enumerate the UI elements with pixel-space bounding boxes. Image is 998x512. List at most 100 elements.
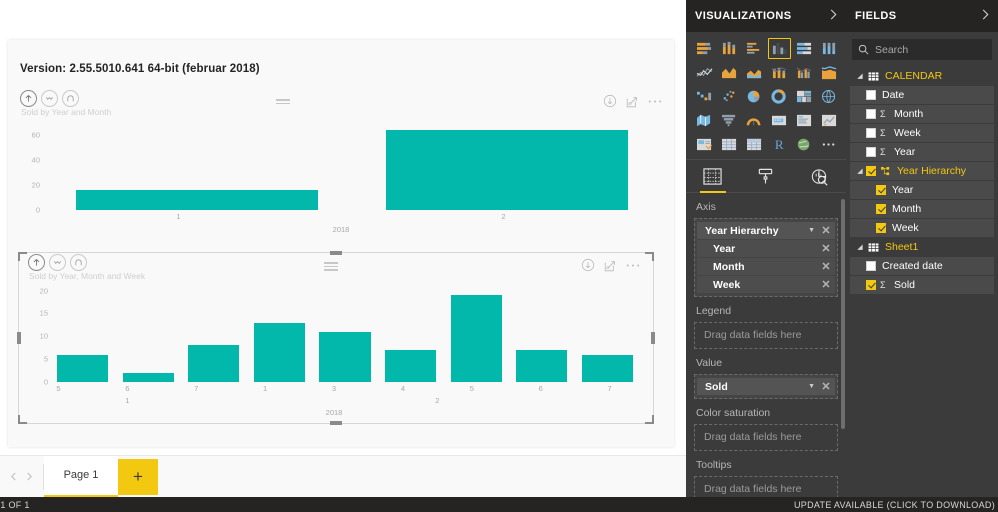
visual-1-bars[interactable] — [42, 122, 662, 210]
field-tree-field-year[interactable]: Σ Year — [850, 143, 994, 161]
line-stacked-column-chart[interactable] — [768, 62, 791, 83]
chart-bar[interactable] — [516, 350, 568, 382]
scatter-chart[interactable] — [718, 86, 741, 107]
expand-hierarchy-icon[interactable] — [62, 90, 79, 107]
chevron-right-icon[interactable] — [26, 468, 33, 486]
field-checkbox[interactable] — [866, 166, 876, 176]
visual-clustered-column-chart-1[interactable]: Sold by Year and Month 0 20 40 60 1 2 20… — [10, 88, 674, 248]
field-checkbox[interactable] — [866, 109, 876, 119]
field-tree-hierarchy-year-hierarchy[interactable]: ◢ Year Hierarchy — [850, 162, 994, 180]
card-visual[interactable] — [768, 110, 791, 131]
field-checkbox[interactable] — [876, 185, 886, 195]
add-page-button[interactable]: + — [118, 458, 158, 495]
field-tree-table-calendar[interactable]: ◢ CALENDAR — [850, 67, 994, 85]
more-options-icon[interactable] — [648, 99, 662, 104]
drill-up-icon[interactable] — [28, 254, 45, 271]
bar-slot[interactable] — [352, 122, 662, 210]
stacked-column-chart[interactable] — [718, 38, 741, 59]
resize-handle-left[interactable] — [17, 332, 21, 344]
visual-2-bars[interactable] — [50, 286, 640, 382]
field-tree-field-year[interactable]: Year — [850, 181, 994, 199]
chart-bar[interactable] — [188, 345, 240, 382]
fields-search-box[interactable]: Search — [852, 39, 992, 60]
bar-slot[interactable] — [116, 286, 182, 382]
remove-field-icon[interactable]: ✕ — [821, 380, 831, 393]
resize-handle-bottom[interactable] — [330, 421, 342, 425]
visualizations-pane-tabs[interactable] — [686, 159, 846, 193]
bar-slot[interactable] — [378, 286, 444, 382]
chart-bar[interactable] — [76, 189, 318, 210]
remove-field-icon[interactable]: ✕ — [821, 278, 831, 291]
chevron-down-icon[interactable]: ▼ — [808, 227, 815, 234]
chevron-left-icon[interactable] — [10, 468, 17, 486]
clustered-column-chart[interactable] — [768, 38, 791, 59]
well-drop-zone-legend[interactable]: Drag data fields here — [694, 322, 838, 349]
clustered-bar-chart[interactable] — [743, 38, 766, 59]
pie-chart[interactable] — [743, 86, 766, 107]
chart-bar[interactable] — [581, 354, 633, 382]
well-field-week[interactable]: Week ✕ — [697, 276, 835, 293]
visual-1-toolbar[interactable] — [603, 94, 662, 108]
expand-hierarchy-icon[interactable] — [70, 254, 87, 271]
field-checkbox[interactable] — [866, 128, 876, 138]
donut-chart[interactable] — [768, 86, 791, 107]
focus-mode-icon[interactable] — [626, 95, 639, 108]
drill-mode-icon[interactable] — [581, 258, 595, 272]
field-checkbox[interactable] — [876, 223, 886, 233]
slicer-visual[interactable] — [693, 134, 716, 155]
visual-type-gallery[interactable]: R — [686, 32, 846, 159]
chart-bar[interactable] — [122, 372, 174, 382]
line-chart[interactable] — [693, 62, 716, 83]
more-visuals[interactable] — [818, 134, 841, 155]
waterfall-chart[interactable] — [693, 86, 716, 107]
format-tab[interactable] — [744, 159, 788, 193]
well-drop-zone-value[interactable]: Sold ▼ ✕ — [694, 374, 838, 399]
drill-down-icon[interactable] — [49, 254, 66, 271]
field-wells-container[interactable]: Axis Year Hierarchy ▼ ✕ Year ✕ Month ✕ Week ✕ Lege… — [686, 193, 846, 506]
visual-clustered-column-chart-2[interactable]: Sold by Year, Month and Week 0 5 10 15 2… — [17, 251, 655, 425]
chevron-right-icon[interactable] — [829, 9, 837, 23]
ribbon-chart[interactable] — [818, 62, 841, 83]
drill-mode-icon[interactable] — [603, 94, 617, 108]
bar-slot[interactable] — [575, 286, 641, 382]
field-checkbox[interactable] — [866, 261, 876, 271]
bar-slot[interactable] — [443, 286, 509, 382]
well-field-sold[interactable]: Sold ▼ ✕ — [697, 378, 835, 395]
field-tree-field-created-date[interactable]: Created date — [850, 257, 994, 275]
chart-bar[interactable] — [253, 322, 306, 382]
chevron-down-icon[interactable]: ▼ — [808, 383, 815, 390]
field-tree-field-month[interactable]: Σ Month — [850, 105, 994, 123]
visual-1-drill-controls[interactable] — [20, 90, 79, 107]
stacked-bar-chart[interactable] — [693, 38, 716, 59]
field-tree-table-sheet1[interactable]: ◢ Sheet1 — [850, 238, 994, 256]
arcgis-map-visual[interactable] — [793, 134, 816, 155]
focus-mode-icon[interactable] — [604, 259, 617, 272]
well-field-month[interactable]: Month ✕ — [697, 258, 835, 275]
page-tab-page-1[interactable]: Page 1 — [44, 455, 118, 498]
bar-slot[interactable] — [509, 286, 575, 382]
well-drop-zone-color-saturation[interactable]: Drag data fields here — [694, 424, 838, 451]
bar-slot[interactable] — [50, 286, 116, 382]
chart-bar[interactable] — [385, 350, 437, 382]
bar-slot[interactable] — [312, 286, 378, 382]
chart-bar[interactable] — [450, 295, 502, 382]
line-clustered-column-chart[interactable] — [793, 62, 816, 83]
field-tree-field-sold[interactable]: Σ Sold — [850, 276, 994, 294]
fields-tree[interactable]: ◢ CALENDAR Date Σ Month Σ Week Σ Year ◢ Year Hiera… — [846, 64, 998, 294]
resize-handle-right[interactable] — [651, 332, 655, 344]
resize-handle-bottom-right[interactable] — [645, 415, 654, 424]
visual-2-toolbar[interactable] — [581, 258, 640, 272]
r-script-visual[interactable]: R — [768, 134, 791, 155]
field-wells-scrollbar[interactable] — [841, 199, 845, 429]
more-options-icon[interactable] — [626, 263, 640, 268]
100-stacked-bar-chart[interactable] — [793, 38, 816, 59]
drill-down-icon[interactable] — [41, 90, 58, 107]
bar-slot[interactable] — [181, 286, 247, 382]
kpi-visual[interactable] — [818, 110, 841, 131]
visual-2-drag-handle[interactable] — [324, 262, 338, 271]
filled-map-visual[interactable] — [693, 110, 716, 131]
visual-1-drag-handle[interactable] — [276, 99, 290, 104]
chart-bar[interactable] — [57, 354, 109, 382]
stacked-area-chart[interactable] — [743, 62, 766, 83]
multi-row-card-visual[interactable] — [793, 110, 816, 131]
